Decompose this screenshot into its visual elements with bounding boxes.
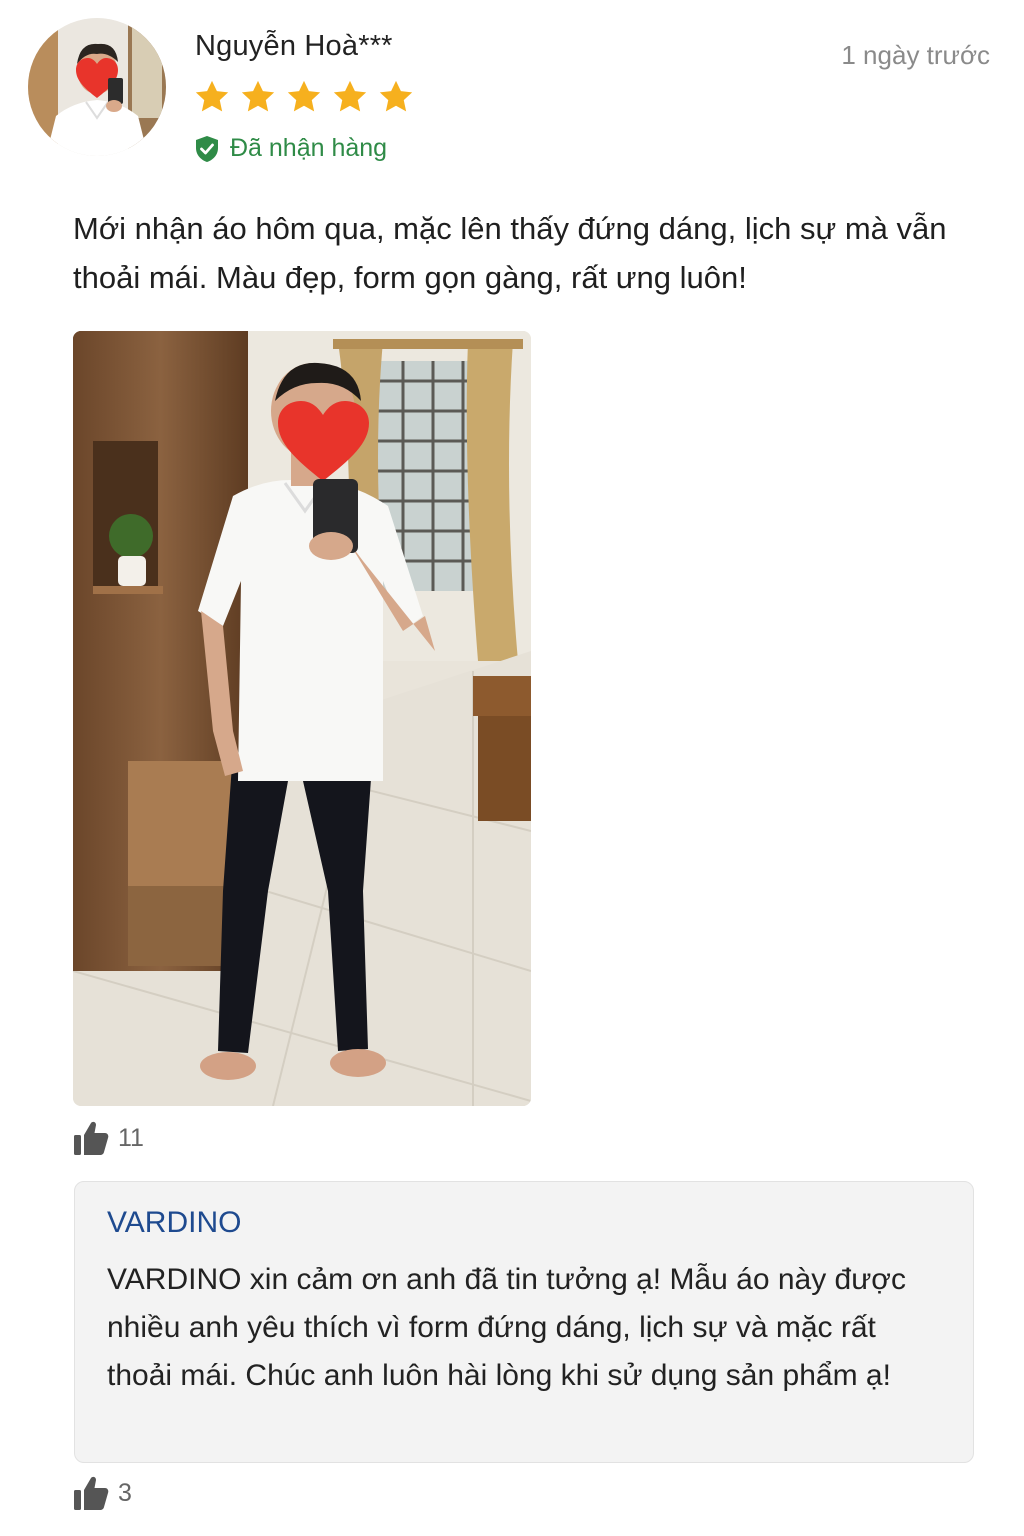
thumbs-up-icon [74,1121,109,1155]
review-photo[interactable] [73,331,531,1106]
star-icon [333,80,367,112]
star-icon [241,80,275,112]
review-like-button[interactable]: 11 [72,1119,144,1157]
reviewer-name: Nguyễn Hoà*** [195,30,393,62]
star-icon [287,80,321,112]
verified-label: Đã nhận hàng [230,134,388,162]
reply-like-count: 3 [118,1478,132,1507]
reply-like-button[interactable]: 3 [72,1474,132,1512]
verified-purchase-badge: Đã nhận hàng [194,134,387,163]
rating-stars [193,78,415,116]
review-timestamp: 1 ngày trước [841,40,990,70]
thumbs-up-icon [74,1476,109,1510]
shield-check-icon [196,135,218,162]
seller-name: VARDINO [107,1206,242,1239]
star-icon [195,80,229,112]
star-icon [379,80,413,112]
seller-reply-text: VARDINO xin cảm ơn anh đã tin tưởng ạ! M… [107,1263,906,1392]
review-text: Mới nhận áo hôm qua, mặc lên thấy đứng d… [73,211,947,295]
review-like-count: 11 [118,1123,144,1152]
seller-reply: VARDINO VARDINO xin cảm ơn anh đã tin tư… [74,1181,974,1463]
reviewer-avatar[interactable] [28,18,166,156]
